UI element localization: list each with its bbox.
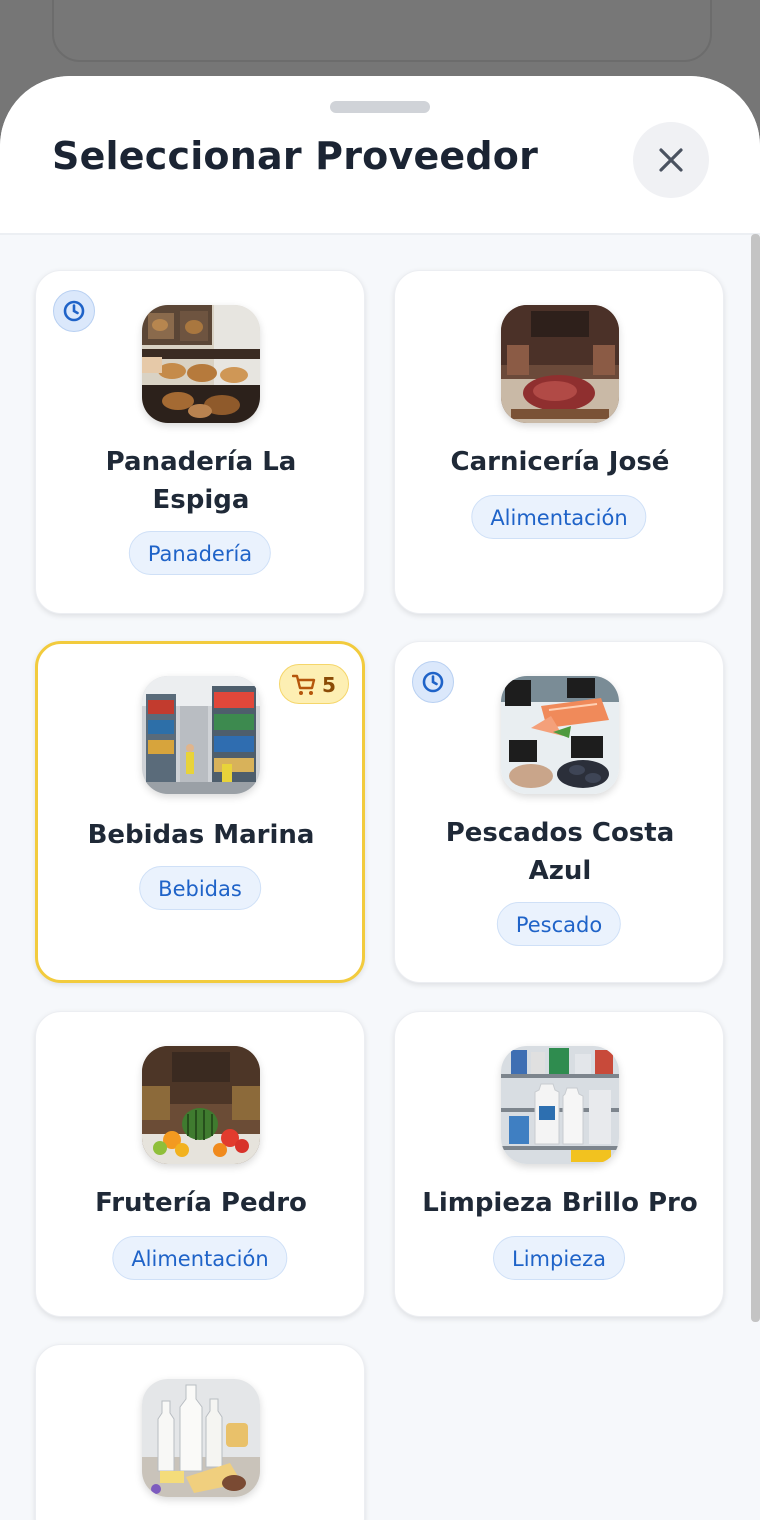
sheet-header: Seleccionar Proveedor <box>0 76 760 235</box>
drag-handle[interactable] <box>330 101 430 113</box>
clock-icon <box>412 661 454 703</box>
supplier-card-fruteria-pedro[interactable]: Frutería Pedro Alimentación <box>35 1011 365 1317</box>
supplier-image-fruit <box>142 1046 260 1164</box>
category-tag: Alimentación <box>471 495 647 539</box>
supplier-card-limpieza-brillo-pro[interactable]: Limpieza Brillo Pro Limpieza <box>394 1011 724 1317</box>
scrollbar[interactable] <box>751 234 760 1322</box>
supplier-card-carniceria-jose[interactable]: Carnicería José Alimentación <box>394 270 724 614</box>
supplier-image-cleaning <box>501 1046 619 1164</box>
cart-icon <box>292 674 316 695</box>
supplier-bottom-sheet: Seleccionar Proveedor Panadería La Espig… <box>0 76 760 1520</box>
category-tag: Limpieza <box>493 1236 625 1280</box>
supplier-card-panaderia-la-espiga[interactable]: Panadería La Espiga Panadería <box>35 270 365 614</box>
supplier-name: Limpieza Brillo Pro <box>422 1188 698 1218</box>
category-tag: Panadería <box>128 531 272 575</box>
supplier-card-pescados-costa-azul[interactable]: Pescados Costa Azul Pescado <box>394 641 724 983</box>
supplier-name: Pescados Costa Azul <box>445 818 675 886</box>
supplier-image-warehouse <box>142 676 260 794</box>
supplier-name: Bebidas Marina <box>87 820 315 850</box>
cart-badge: 5 <box>279 664 349 704</box>
close-icon <box>659 148 683 172</box>
sheet-title: Seleccionar Proveedor <box>52 134 539 178</box>
supplier-card-bebidas-marina[interactable]: 5 Bebidas Marina Bebidas <box>35 641 365 983</box>
supplier-card-dairy[interactable] <box>35 1344 365 1520</box>
supplier-image-butcher <box>501 305 619 423</box>
supplier-name: Carnicería José <box>450 447 670 477</box>
category-tag: Bebidas <box>139 866 261 910</box>
background-card <box>52 0 712 62</box>
supplier-image-dairy <box>142 1379 260 1497</box>
supplier-name: Panadería La Espiga <box>105 447 297 515</box>
supplier-name: Frutería Pedro <box>95 1188 307 1218</box>
close-button[interactable] <box>633 122 709 198</box>
supplier-image-fish <box>501 676 619 794</box>
clock-icon <box>53 290 95 332</box>
category-tag: Pescado <box>496 902 622 946</box>
supplier-image-bakery <box>142 305 260 423</box>
cart-count: 5 <box>322 673 336 697</box>
category-tag: Alimentación <box>112 1236 288 1280</box>
